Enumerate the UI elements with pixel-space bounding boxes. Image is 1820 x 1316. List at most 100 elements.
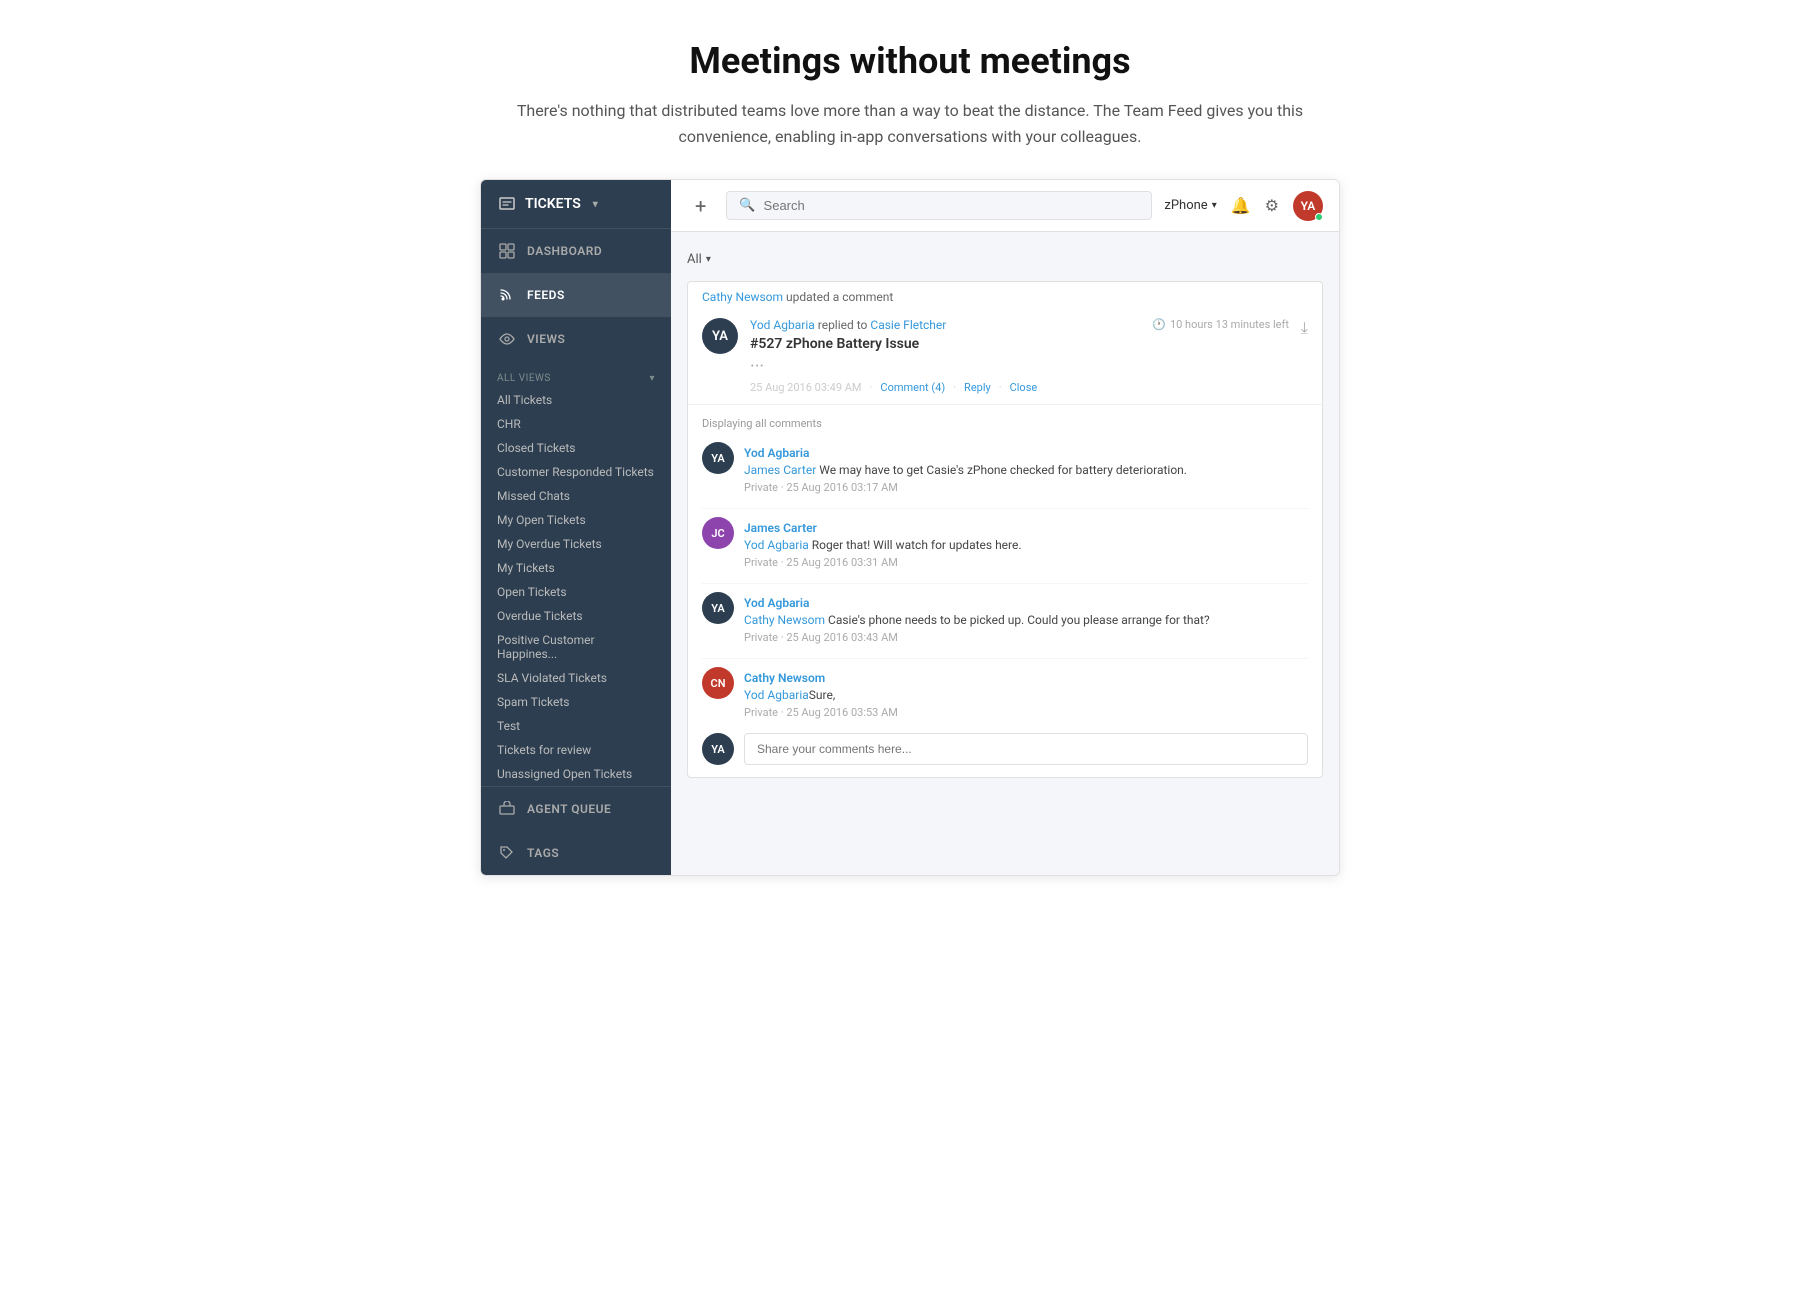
time-left-label: 10 hours 13 minutes left <box>1170 318 1289 331</box>
ticket-header: YA Yod Agbaria replied to Casie Fletcher… <box>688 308 1322 404</box>
feed-update-text: updated a comment <box>786 290 893 304</box>
tickets-icon <box>497 194 517 214</box>
tickets-label: TICKETS <box>525 196 581 212</box>
ticket-replied-to[interactable]: Casie Fletcher <box>870 318 946 332</box>
comment-input[interactable] <box>744 733 1308 765</box>
feed-update-author[interactable]: Cathy Newsom <box>702 290 783 304</box>
feed-area: All ▾ Cathy Newsom updated a comment YA … <box>671 232 1339 875</box>
views-label: VIEWS <box>527 332 565 346</box>
tags-label: TAGS <box>527 846 559 860</box>
app-container: TICKETS ▾ DASHBOARD <box>480 179 1340 876</box>
comment-content: Yod AgbariaJames Carter We may have to g… <box>744 442 1308 494</box>
sidebar-list-item[interactable]: Spam Tickets <box>481 690 671 714</box>
sidebar-tickets-header[interactable]: TICKETS ▾ <box>481 180 671 229</box>
settings-icon[interactable]: ⚙ <box>1265 196 1279 215</box>
comment-input-avatar: YA <box>702 733 734 765</box>
ticket-close-link[interactable]: Close <box>1010 381 1038 394</box>
ticket-comment-link[interactable]: Comment (4) <box>880 381 945 394</box>
clock-icon: 🕐 <box>1152 318 1166 331</box>
comment-text: Cathy Newsom Casie's phone needs to be p… <box>744 611 1308 629</box>
sidebar-list-item[interactable]: Open Tickets <box>481 580 671 604</box>
comment-author[interactable]: Cathy Newsom <box>744 671 825 685</box>
search-icon: 🔍 <box>739 198 755 213</box>
notifications-icon[interactable]: 🔔 <box>1231 196 1251 215</box>
dashboard-label: DASHBOARD <box>527 244 602 258</box>
sidebar-list-item[interactable]: Missed Chats <box>481 484 671 508</box>
search-box[interactable]: 🔍 <box>726 191 1152 220</box>
feeds-icon <box>497 285 517 305</box>
sidebar: TICKETS ▾ DASHBOARD <box>481 180 671 875</box>
comment-meta: Private · 25 Aug 2016 03:53 AM <box>744 706 1308 719</box>
comment-avatar: YA <box>702 592 734 624</box>
user-avatar[interactable]: YA <box>1293 191 1323 221</box>
comment-avatar: JC <box>702 517 734 549</box>
sidebar-list-item[interactable]: Customer Responded Tickets <box>481 460 671 484</box>
sidebar-list: All TicketsCHRClosed TicketsCustomer Res… <box>481 388 671 786</box>
comment-input-row: YA <box>702 733 1308 765</box>
ticket-subject: #527 zPhone Battery Issue <box>750 336 1140 352</box>
sidebar-item-dashboard[interactable]: DASHBOARD <box>481 229 671 273</box>
zphone-selector[interactable]: zPhone ▾ <box>1164 198 1216 213</box>
comment-meta: Private · 25 Aug 2016 03:43 AM <box>744 631 1308 644</box>
sidebar-list-item[interactable]: My Open Tickets <box>481 508 671 532</box>
sidebar-list-item[interactable]: Closed Tickets <box>481 436 671 460</box>
views-icon <box>497 329 517 349</box>
ticket-user-avatar: YA <box>702 318 738 354</box>
comment-author[interactable]: James Carter <box>744 521 817 535</box>
sidebar-list-item[interactable]: Unassigned Open Tickets <box>481 762 671 786</box>
comment-text: James Carter We may have to get Casie's … <box>744 461 1308 479</box>
tickets-chevron-icon: ▾ <box>593 199 598 210</box>
sidebar-item-views[interactable]: VIEWS <box>481 317 671 361</box>
comment-avatar: YA <box>702 442 734 474</box>
comment-item: YA Yod AgbariaJames Carter We may have to… <box>702 442 1308 494</box>
ticket-time: 🕐 10 hours 13 minutes left <box>1152 318 1289 331</box>
all-views-label: ALL VIEWS <box>497 373 551 384</box>
online-indicator <box>1315 213 1323 221</box>
ticket-reply-link[interactable]: Reply <box>964 381 991 394</box>
ticket-title-line: Yod Agbaria replied to Casie Fletcher <box>750 318 1140 332</box>
sidebar-item-feeds[interactable]: FEEDS <box>481 273 671 317</box>
main-content: + 🔍 zPhone ▾ 🔔 ⚙ YA All <box>671 180 1339 875</box>
comment-item: CN Cathy NewsomYod AgbariaSure, Private ·… <box>702 667 1308 719</box>
sidebar-list-item[interactable]: My Overdue Tickets <box>481 532 671 556</box>
comment-item: YA Yod AgbariaCathy Newsom Casie's phone … <box>702 592 1308 644</box>
zphone-chevron-icon: ▾ <box>1212 200 1217 211</box>
topbar: + 🔍 zPhone ▾ 🔔 ⚙ YA <box>671 180 1339 232</box>
sidebar-list-item[interactable]: All Tickets <box>481 388 671 412</box>
comment-meta: Private · 25 Aug 2016 03:31 AM <box>744 556 1308 569</box>
ticket-meta: 25 Aug 2016 03:49 AM · Comment (4) · Rep… <box>750 381 1140 394</box>
sidebar-list-item[interactable]: Test <box>481 714 671 738</box>
sidebar-bottom: AGENT QUEUE TAGS <box>481 786 671 875</box>
sidebar-list-item[interactable]: My Tickets <box>481 556 671 580</box>
sidebar-item-tags[interactable]: TAGS <box>481 831 671 875</box>
ticket-actions-icon[interactable]: ⤓ <box>1301 318 1308 338</box>
comment-author[interactable]: Yod Agbaria <box>744 446 809 460</box>
ticket-body: Yod Agbaria replied to Casie Fletcher #5… <box>750 318 1140 394</box>
comments-label: Displaying all comments <box>702 417 1308 430</box>
feed-update-line: Cathy Newsom updated a comment <box>688 282 1322 308</box>
search-input[interactable] <box>764 198 1140 213</box>
comment-avatar: CN <box>702 667 734 699</box>
comments-section: Displaying all comments YAYod AgbariaJam… <box>688 404 1322 777</box>
comment-content: James CarterYod Agbaria Roger that! Will… <box>744 517 1308 569</box>
feed-item: Cathy Newsom updated a comment YA Yod Ag… <box>687 281 1323 778</box>
sidebar-list-item[interactable]: Tickets for review <box>481 738 671 762</box>
comment-author[interactable]: Yod Agbaria <box>744 596 809 610</box>
dot-sep-3: · <box>999 381 1002 394</box>
comment-content: Cathy NewsomYod AgbariaSure, Private · 2… <box>744 667 1308 719</box>
sidebar-list-item[interactable]: SLA Violated Tickets <box>481 666 671 690</box>
sidebar-list-item[interactable]: Overdue Tickets <box>481 604 671 628</box>
page-subtitle: There's nothing that distributed teams l… <box>480 98 1340 149</box>
sidebar-list-item[interactable]: CHR <box>481 412 671 436</box>
feed-filter[interactable]: All ▾ <box>687 252 711 267</box>
sidebar-list-item[interactable]: Positive Customer Happines... <box>481 628 671 666</box>
filter-label: All <box>687 252 702 267</box>
topbar-right: zPhone ▾ 🔔 ⚙ YA <box>1164 191 1323 221</box>
dot-sep-1: · <box>870 381 873 394</box>
comments-container: YAYod AgbariaJames Carter We may have to… <box>702 442 1308 719</box>
add-button[interactable]: + <box>687 190 714 222</box>
all-views-chevron-icon: ▾ <box>649 373 655 384</box>
sidebar-item-agent-queue[interactable]: AGENT QUEUE <box>481 787 671 831</box>
ticket-ellipsis: ··· <box>750 356 1140 377</box>
ticket-replied-by[interactable]: Yod Agbaria <box>750 318 815 332</box>
